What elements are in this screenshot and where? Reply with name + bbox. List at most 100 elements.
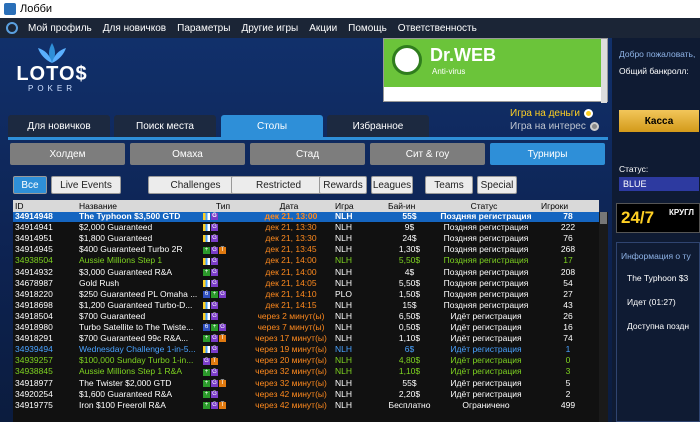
main-tab[interactable]: Поиск места [114,115,216,137]
column-header[interactable]: Статус [435,200,533,212]
table-row[interactable]: 34920254 $1,600 Guaranteed R&A + Gчерез 42 … [13,390,599,400]
cell-id: 34918504 [15,311,53,321]
game-type-icons: G [203,234,247,244]
rebuy-icon: + [211,290,218,298]
table-row[interactable]: 34918698 $1,200 Guaranteed Turbo-D... Gдек… [13,301,599,311]
column-header[interactable]: Дата [251,200,327,212]
cell-status: Идёт регистрация [450,389,522,399]
menu-item[interactable]: Помощь [348,23,387,34]
column-header[interactable]: Название [79,200,117,212]
cell-players: 74 [563,334,573,344]
table-row[interactable]: 34914941 $2,000 Guaranteed Gдек 21, 13:30 N… [13,223,599,233]
filter-button[interactable]: Все [13,176,47,194]
main-tab[interactable]: Для новичков [8,115,110,137]
menu-item[interactable]: Для новичков [103,23,166,34]
table-row[interactable]: 34918977 The Twister $2,000 GTD + G Tчерез 3… [13,379,599,389]
cell-id: 34918698 [15,300,53,310]
table-row[interactable]: 34918291 $700 Guaranteed 99c R&A... + G Tчер… [13,334,599,344]
filter-button[interactable]: Restricted [231,176,326,194]
column-header[interactable]: ID [15,200,24,212]
menu-logo-icon[interactable] [6,22,18,34]
cell-buyin: 1,30$ [398,245,421,255]
table-row[interactable]: 34939494 Wednesday Challenge 1-in-5... Gче… [13,345,599,355]
game-type-icons: + G T [203,245,247,255]
menu-item[interactable]: Акции [309,23,337,34]
table-row[interactable]: 34918504 $700 Guaranteed Gчерез 2 минут(ы)… [13,312,599,322]
tournament-info: Информация о ту The Typhoon $3 Идет (01:… [616,242,700,422]
filter-button[interactable]: Leagues [371,176,413,194]
brand-name: LOTO$ [16,63,88,85]
table-scrollbar[interactable] [599,212,608,422]
info-state: Идет (01:27) [627,297,676,307]
cell-date: дек 21, 13:30 [265,223,317,233]
table-row[interactable]: 34914945 $400 Guaranteed Turbo 2R + G Tдек 2… [13,245,599,255]
guaranteed-icon: G [211,246,218,254]
game-tab[interactable]: Холдем [10,143,125,165]
cashier-button[interactable]: Касса [619,110,699,132]
column-header[interactable]: Игра [335,200,354,212]
cell-players: 78 [563,212,573,221]
game-type-icons: + G [203,268,247,278]
info-title: Информация о ту [621,251,691,261]
rebuy-icon: + [203,335,210,343]
promo-banner[interactable]: 24/7 КРУГЛ [616,203,700,233]
rebuy-icon: + [203,368,210,376]
cell-game: NLH [335,223,353,233]
cell-date: дек 21, 14:05 [265,278,317,288]
table-row[interactable]: 34914951 $1,800 Guaranteed Gдек 21, 13:30 N… [13,234,599,244]
ad-scrollbar[interactable] [601,39,607,103]
filter-button[interactable]: Teams [425,176,473,194]
guaranteed-icon: G [219,324,226,332]
cell-buyin: 24$ [402,234,417,244]
menu-item[interactable]: Ответственность [398,23,477,34]
table-row[interactable]: 34914948 The Typhoon $3,500 GTD Gдек 21, 1… [13,212,599,222]
table-row[interactable]: 34678987 Gold Rush Gдек 21, 14:05 NLH 5,50$ П… [13,279,599,289]
cell-buyin: 1,50$ [398,289,421,299]
table-row[interactable]: 34918980 Turbo Satellite to The Twiste...… [13,323,599,333]
cell-name: $2,000 Guaranteed [79,223,153,233]
table-row[interactable]: 34919775 Iron $100 Freeroll R&A + G Tчерез 4… [13,401,599,411]
cell-id: 34914945 [15,245,53,255]
game-type-icons: G [203,345,247,355]
filter-button[interactable]: Challenges [148,176,243,194]
game-tab[interactable]: Стад [250,143,365,165]
cell-status: Идёт регистрация [450,367,522,377]
table-row[interactable]: 34918220 $250 Guaranteed PL Omaha ... 6 + Gд… [13,290,599,300]
guaranteed-icon: G [211,401,218,409]
filter-button[interactable]: Special [477,176,517,194]
cell-date: дек 21, 14:15 [265,300,317,310]
menu-item[interactable]: Мой профиль [28,23,92,34]
game-tab[interactable]: Сит & гоу [370,143,485,165]
cell-status: Поздняя регистрация [440,212,532,221]
cell-name: Wednesday Challenge 1-in-5... [79,345,196,355]
guaranteed-icon: G [211,213,218,221]
cell-name: Turbo Satellite to The Twiste... [79,323,194,332]
column-header[interactable]: Бай-ин [388,200,415,212]
table-row[interactable]: 34938845 Aussie Millions Step 1 R&A + Gчере… [13,367,599,377]
table-row[interactable]: 34914932 $3,000 Guaranteed R&A + Gдек 21, 1… [13,268,599,278]
column-header[interactable]: Игроки [541,200,568,212]
table-row[interactable]: 34938504 Aussie Millions Step 1 Gдек 21, 1… [13,256,599,266]
cell-id: 34938845 [15,367,53,377]
menu-item[interactable]: Параметры [177,23,230,34]
drweb-ad-banner[interactable]: Dr.WEB Anti-virus [383,38,608,103]
table-header: ID Название Тип Дата Игра Бай-ин Статус Игроки [13,200,599,212]
table-row[interactable]: 34939257 $100,000 Sunday Turbo 1-in... G Tч… [13,356,599,366]
guaranteed-icon: G [211,279,218,287]
column-header[interactable]: Тип [203,200,243,212]
cell-game: NLH [335,356,353,366]
filter-button[interactable]: Live Events [51,176,121,194]
main-tab[interactable]: Столы [221,115,323,137]
turbo-icon: T [219,335,226,343]
guaranteed-icon: G [211,335,218,343]
main-tab[interactable]: Избранное [327,115,429,137]
signal-icon [203,235,210,243]
menu-item[interactable]: Другие игры [241,23,298,34]
cell-players: 208 [560,267,576,277]
game-tab[interactable]: Омаха [130,143,245,165]
filter-button[interactable]: Rewards [319,176,367,194]
game-tab[interactable]: Турниры [490,143,605,165]
scroll-thumb[interactable] [600,212,607,224]
cell-players: 76 [563,234,573,244]
rebuy-icon: + [203,268,210,276]
